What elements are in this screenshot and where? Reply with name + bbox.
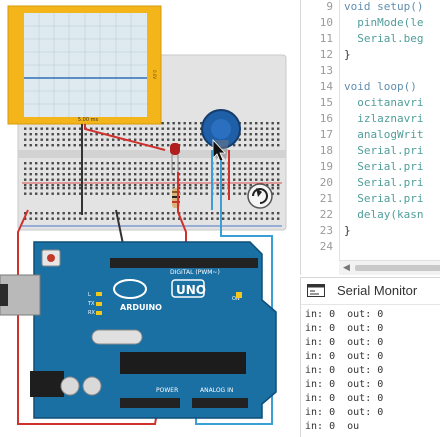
code-line[interactable]: void loop() — [344, 80, 417, 94]
code-line[interactable]: Serial.pri — [344, 144, 423, 158]
code-line[interactable]: Serial.pri — [344, 192, 423, 206]
serial-output-line: in: 0 out: 0 — [305, 379, 384, 390]
code-line[interactable]: Serial.pri — [344, 176, 423, 190]
line-number: 13 — [319, 64, 333, 77]
code-line[interactable]: } — [344, 48, 351, 62]
arduino-board[interactable]: DIGITAL (PWM~) TX RX L ON ARDUINO UNO PO… — [0, 241, 277, 419]
serial-output-line: in: 0 out: 0 — [305, 351, 384, 362]
line-number: 15 — [319, 96, 333, 109]
code-line[interactable]: Serial.pri — [344, 160, 423, 174]
circuit-canvas[interactable]: 5.00 ms 0.0V DIGITAL (PWM~) TX RX L ON A… — [0, 0, 300, 436]
line-number: 21 — [319, 192, 333, 205]
scroll-left-icon[interactable]: ◀ — [343, 263, 350, 273]
code-line[interactable]: Serial.beg — [344, 32, 423, 46]
line-number: 22 — [319, 208, 333, 221]
serial-output-line: in: 0 out: 0 — [305, 407, 384, 418]
l-label: L — [88, 292, 91, 298]
serial-output-line: in: 0 out: 0 — [305, 309, 384, 320]
serial-monitor-icon — [307, 284, 325, 297]
serial-output-line: in: 0 out: 0 — [305, 323, 384, 334]
serial-monitor-header[interactable]: Serial Monitor — [301, 278, 440, 305]
horizontal-scrollbar[interactable]: ◀ — [339, 260, 440, 275]
line-number: 9 — [326, 0, 333, 13]
serial-output-line: in: 0 out: 0 — [305, 393, 384, 404]
serial-output-line: in: 0 out: 0 — [305, 365, 384, 376]
line-number: 11 — [319, 32, 333, 45]
code-line[interactable]: } — [344, 224, 351, 238]
tx-label: TX — [87, 301, 95, 307]
line-number-gutter: 9 10 11 12 13 14 15 16 17 18 19 20 21 22 23 24 — [301, 0, 340, 260]
analog-in-label: ANALOG IN — [200, 387, 233, 394]
serial-monitor-title: Serial Monitor — [337, 283, 418, 298]
line-number: 16 — [319, 112, 333, 125]
serial-output-line: in: 0 ou — [305, 421, 360, 432]
line-number: 17 — [319, 128, 333, 141]
line-number: 14 — [319, 80, 333, 93]
line-number: 10 — [319, 16, 333, 29]
board-model: UNO — [176, 283, 206, 297]
line-number: 24 — [319, 240, 333, 253]
code-line[interactable]: delay(kasn — [344, 208, 423, 222]
code-line[interactable]: pinMode(le — [344, 16, 423, 30]
line-number: 12 — [319, 48, 333, 61]
serial-monitor-panel: Serial Monitor in: 0 out: 0 in: 0 out: 0 i… — [300, 277, 440, 437]
code-line[interactable]: ocitanavri — [344, 96, 423, 110]
code-line[interactable]: analogWrit — [344, 128, 423, 142]
code-editor[interactable]: 9 10 11 12 13 14 15 16 17 18 19 20 21 22 23 24 void set… — [300, 0, 440, 275]
rx-label: RX — [88, 310, 95, 316]
code-line[interactable]: izlaznavri — [344, 112, 423, 126]
code-line[interactable]: void setup() — [344, 0, 423, 14]
oscilloscope-time-label: 5.00 ms — [78, 117, 99, 123]
serial-output-line: in: 0 out: 0 — [305, 337, 384, 348]
line-number: 19 — [319, 160, 333, 173]
power-label: POWER — [156, 387, 178, 394]
board-brand: ARDUINO — [120, 303, 162, 312]
line-number: 23 — [319, 224, 333, 237]
line-number: 18 — [319, 144, 333, 157]
line-number: 20 — [319, 176, 333, 189]
oscilloscope-volt-label: 0.0V — [152, 70, 157, 79]
scrollbar-thumb[interactable] — [355, 265, 440, 271]
digital-pins-label: DIGITAL (PWM~) — [170, 269, 220, 276]
oscilloscope[interactable]: 5.00 ms 0.0V — [7, 5, 162, 125]
rotate-handle-icon[interactable] — [247, 183, 273, 209]
